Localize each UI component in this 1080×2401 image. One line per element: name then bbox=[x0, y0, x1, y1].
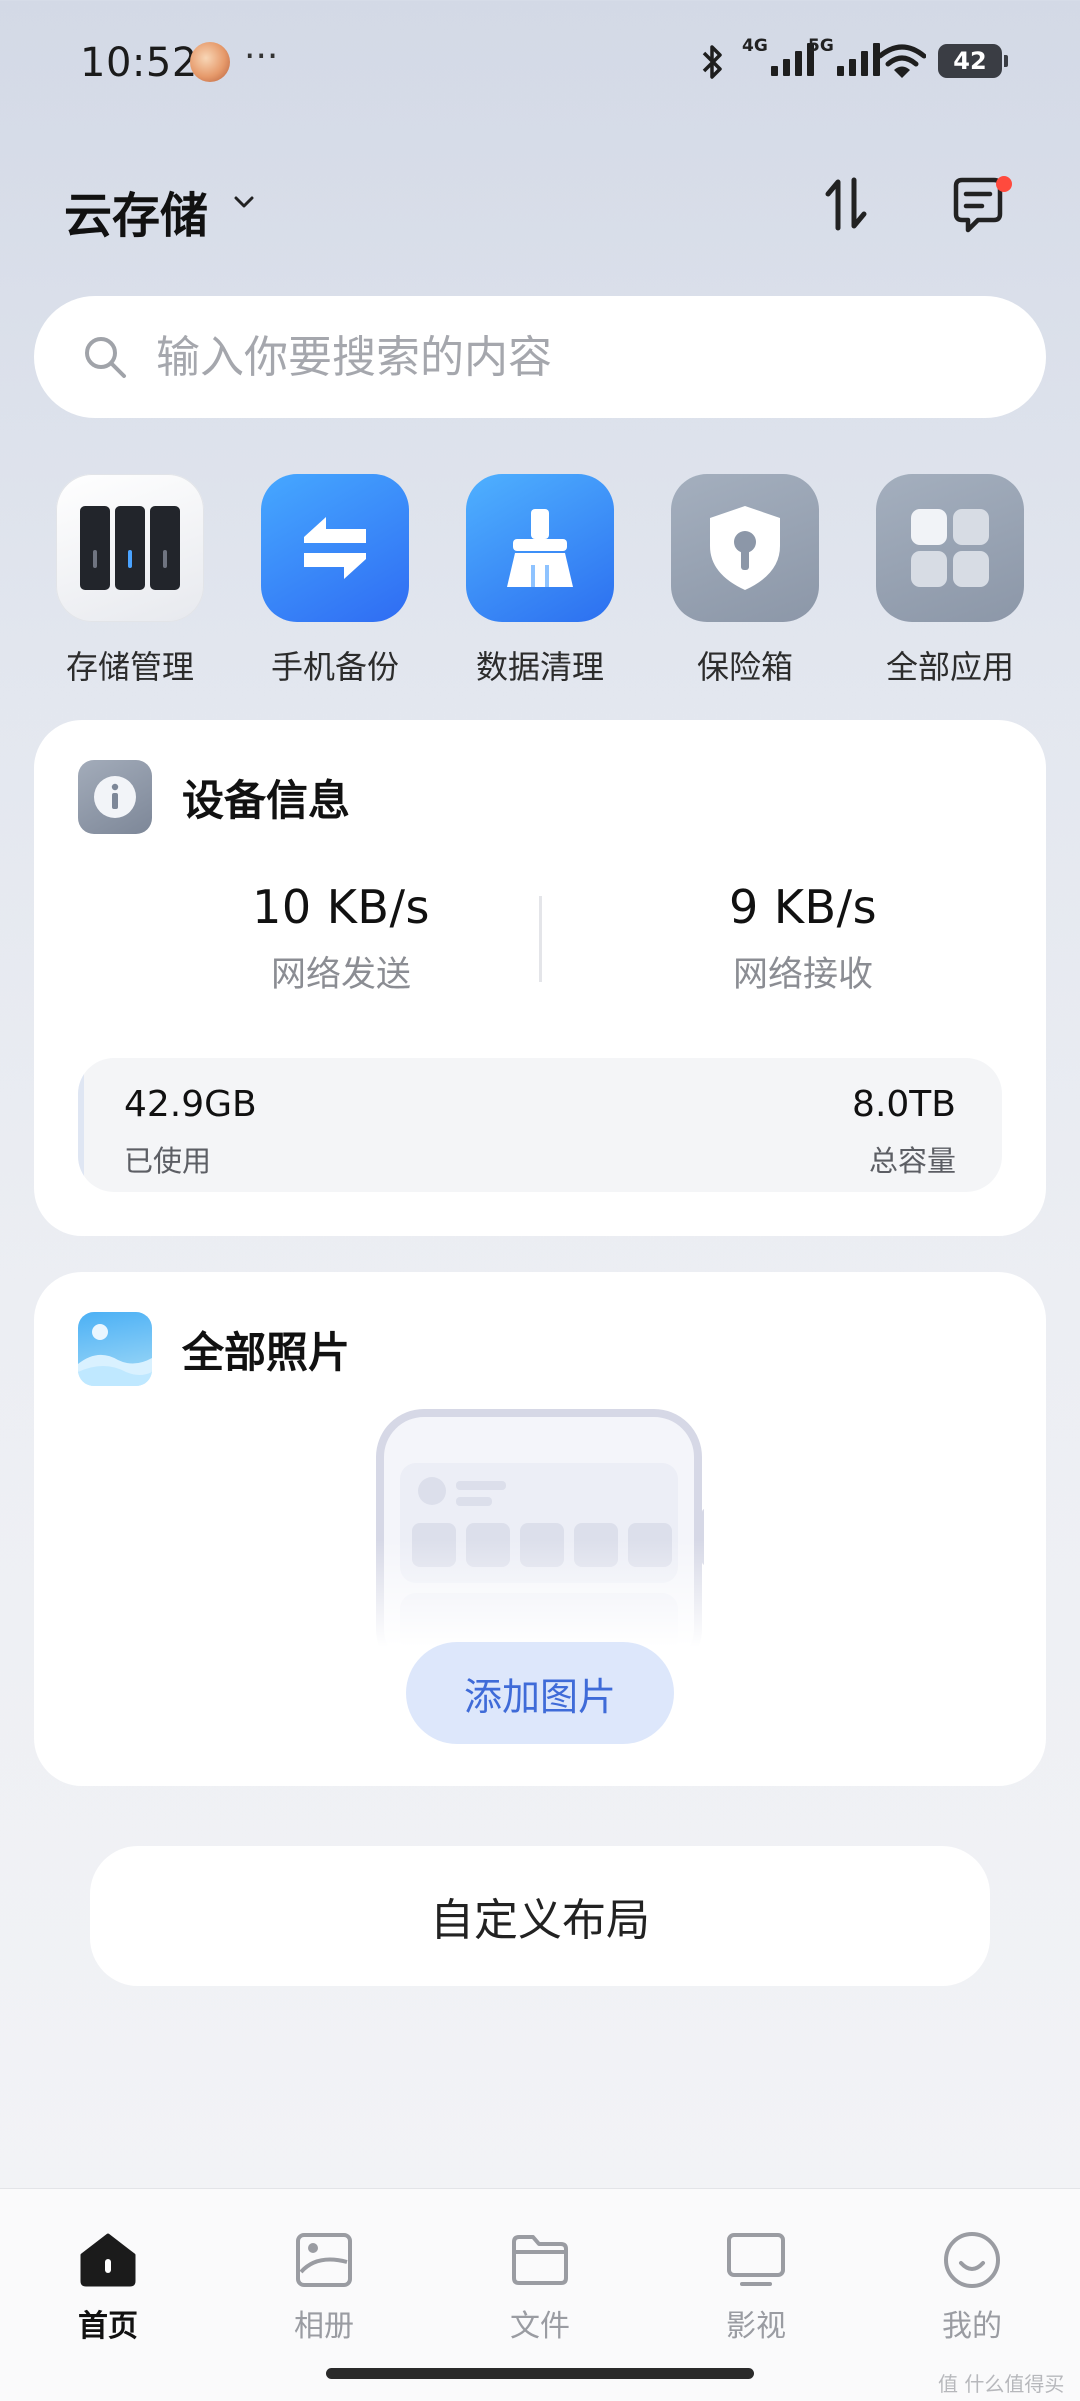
tab-label: 影视 bbox=[726, 2309, 786, 2344]
all-apps-icon bbox=[876, 474, 1024, 622]
app-safe[interactable]: 保险箱 bbox=[665, 474, 825, 688]
tab-home[interactable]: 首页 bbox=[33, 2229, 183, 2345]
network-send-value: 10 KB/s bbox=[252, 880, 430, 934]
tab-label: 文件 bbox=[510, 2309, 570, 2344]
tab-album[interactable]: 相册 bbox=[249, 2229, 399, 2345]
cleanup-icon bbox=[466, 474, 614, 622]
tab-label: 首页 bbox=[78, 2309, 138, 2344]
signal-5g-icon: 5G bbox=[808, 36, 880, 76]
search-bar[interactable] bbox=[34, 296, 1046, 418]
network-receive-label: 网络接收 bbox=[732, 955, 873, 995]
device-info-card[interactable]: 设备信息 10 KB/s 网络发送 9 KB/s 网络接收 42.9GB 已使用… bbox=[34, 720, 1046, 1236]
app-label: 全部应用 bbox=[885, 648, 1014, 686]
network-send-metric: 10 KB/s 网络发送 bbox=[176, 880, 506, 997]
network-receive-value: 9 KB/s bbox=[728, 880, 878, 934]
page-title[interactable]: 云存储 bbox=[64, 176, 208, 246]
app-label: 存储管理 bbox=[65, 648, 194, 686]
storage-usage-bar: 42.9GB 已使用 8.0TB 总容量 bbox=[78, 1058, 1002, 1192]
all-photos-card[interactable]: 全部照片 添加图片 bbox=[34, 1272, 1046, 1786]
safe-icon bbox=[671, 474, 819, 622]
storage-used-label: 已使用 bbox=[124, 1144, 212, 1178]
tab-files[interactable]: 文件 bbox=[465, 2229, 615, 2345]
storage-total-value: 8.0TB bbox=[852, 1084, 956, 1125]
network-send-label: 网络发送 bbox=[270, 955, 411, 995]
notification-badge bbox=[996, 176, 1012, 192]
backup-icon bbox=[261, 474, 409, 622]
storage-total-label: 总容量 bbox=[868, 1144, 956, 1178]
tab-video[interactable]: 影视 bbox=[681, 2229, 831, 2345]
app-all-apps[interactable]: 全部应用 bbox=[870, 474, 1030, 688]
watermark-text: 值 什么值得买 bbox=[938, 2372, 1065, 2396]
bluetooth-icon bbox=[702, 45, 722, 79]
folder-icon bbox=[509, 2229, 571, 2291]
photos-icon bbox=[78, 1312, 152, 1386]
tv-icon bbox=[725, 2229, 787, 2291]
empty-photos-illustration bbox=[374, 1407, 704, 1647]
app-notification-icon bbox=[190, 42, 230, 82]
album-icon bbox=[293, 2229, 355, 2291]
app-phone-backup[interactable]: 手机备份 bbox=[255, 474, 415, 688]
tab-profile[interactable]: 我的 bbox=[897, 2229, 1047, 2345]
info-icon bbox=[78, 760, 152, 834]
device-info-header: 设备信息 bbox=[78, 760, 350, 834]
home-icon bbox=[77, 2229, 139, 2291]
all-photos-title: 全部照片 bbox=[182, 1327, 351, 1377]
profile-icon bbox=[941, 2229, 1003, 2291]
app-data-cleanup[interactable]: 数据清理 bbox=[460, 474, 620, 688]
storage-usage-fill bbox=[78, 1058, 84, 1192]
tab-label: 相册 bbox=[294, 2309, 354, 2344]
storage-icon bbox=[56, 474, 204, 622]
battery-icon: 42 bbox=[938, 44, 1008, 78]
search-input[interactable] bbox=[154, 330, 958, 384]
search-icon bbox=[85, 337, 126, 378]
all-photos-header: 全部照片 bbox=[78, 1312, 350, 1386]
signal-4g-icon: 4G bbox=[742, 36, 814, 76]
wifi-icon bbox=[878, 44, 926, 78]
network-5g-label: 5G bbox=[808, 36, 834, 56]
app-label: 数据清理 bbox=[475, 648, 604, 686]
add-photo-button[interactable]: 添加图片 bbox=[406, 1642, 674, 1744]
app-label: 保险箱 bbox=[696, 648, 793, 686]
app-label: 手机备份 bbox=[270, 648, 399, 686]
sort-icon bbox=[825, 177, 867, 231]
more-notifications-icon: ··· bbox=[244, 36, 279, 77]
sort-button[interactable] bbox=[810, 168, 882, 240]
network-receive-metric: 9 KB/s 网络接收 bbox=[638, 880, 968, 997]
custom-layout-button[interactable]: 自定义布局 bbox=[90, 1846, 990, 1986]
metric-divider bbox=[539, 896, 542, 982]
storage-used-value: 42.9GB bbox=[124, 1084, 257, 1125]
app-storage-management[interactable]: 存储管理 bbox=[50, 474, 210, 688]
home-indicator[interactable] bbox=[326, 2368, 754, 2379]
network-4g-label: 4G bbox=[742, 36, 768, 56]
chevron-down-icon[interactable] bbox=[234, 192, 254, 212]
status-time: 10:52 bbox=[80, 40, 198, 86]
status-bar: 10:52 ··· 4G 5G 42 bbox=[0, 0, 1080, 130]
device-info-title: 设备信息 bbox=[182, 775, 351, 825]
tab-label: 我的 bbox=[942, 2309, 1002, 2344]
